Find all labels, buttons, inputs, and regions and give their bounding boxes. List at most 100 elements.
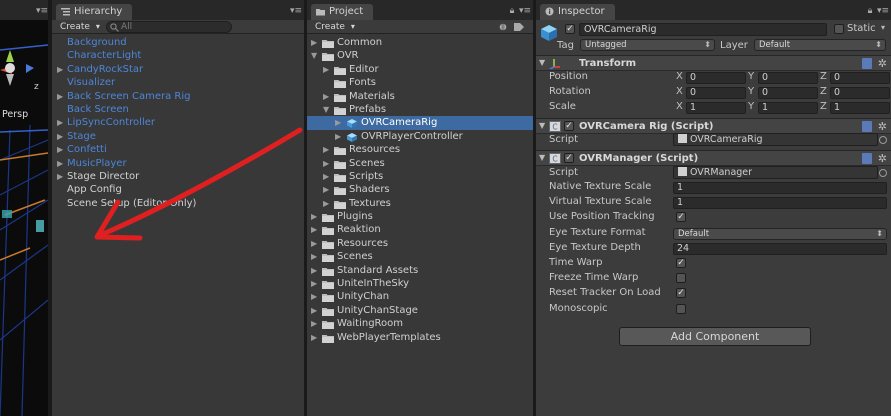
gameobject-active-checkbox[interactable]: ✓ <box>565 24 575 34</box>
tab-project[interactable]: Project <box>311 4 374 20</box>
expand-arrow-icon[interactable]: ▶ <box>323 170 329 183</box>
expand-arrow-icon[interactable]: ▶ <box>335 116 341 129</box>
camerarig-enabled-checkbox[interactable]: ✓ <box>564 121 574 131</box>
manager-script-field[interactable]: OVRManager <box>673 166 878 179</box>
help-book-icon[interactable] <box>862 121 872 132</box>
hierarchy-item[interactable]: ▶ Stage Director <box>52 170 304 183</box>
axis-x-label[interactable]: X <box>676 71 683 82</box>
expand-arrow-icon[interactable]: ▶ <box>57 130 63 143</box>
expand-arrow-icon[interactable]: ▶ <box>323 143 329 156</box>
transform-fold-arrow-icon[interactable]: ▼ <box>539 58 545 67</box>
static-dropdown-icon[interactable]: ▾ <box>881 23 885 32</box>
project-folder-item[interactable]: ▶ Resources <box>307 237 533 250</box>
project-folder-item[interactable]: ▶ Materials <box>307 90 533 103</box>
expand-arrow-icon[interactable]: ▶ <box>57 143 63 156</box>
project-folder-item[interactable]: ▶ Editor <box>307 63 533 76</box>
axis-y-label[interactable]: Y <box>748 71 754 82</box>
camerarig-fold-arrow-icon[interactable]: ▼ <box>539 121 545 130</box>
hierarchy-item[interactable]: ▶ MusicPlayer <box>52 157 304 170</box>
static-checkbox[interactable] <box>834 24 844 34</box>
hierarchy-item[interactable]: ▶ Confetti <box>52 143 304 156</box>
project-prefab-item[interactable]: ▶ OVRCameraRig <box>307 116 533 130</box>
axis-z-label[interactable]: Z <box>820 71 827 82</box>
expand-arrow-icon[interactable]: ▶ <box>57 90 63 103</box>
gear-icon[interactable]: ✲ <box>878 57 887 70</box>
axis-z-label[interactable]: Z <box>820 86 827 97</box>
hierarchy-search-input[interactable]: All <box>106 21 232 33</box>
tab-menu-icon[interactable]: ▾≡ <box>877 6 889 16</box>
lock-icon[interactable]: 🔒︎ <box>507 6 517 16</box>
expand-arrow-icon[interactable]: ▶ <box>57 63 63 76</box>
expand-arrow-icon[interactable]: ▶ <box>323 63 329 76</box>
collapse-arrow-icon[interactable]: ▼ <box>323 103 329 116</box>
hierarchy-item[interactable]: CharacterLight <box>52 49 304 62</box>
project-folder-item[interactable]: ▶ Standard Assets <box>307 264 533 277</box>
manager-number-field[interactable]: 1 <box>673 197 887 210</box>
manager-toggle[interactable] <box>676 303 686 314</box>
tab-menu-icon[interactable]: ▾≡ <box>519 6 531 16</box>
expand-arrow-icon[interactable]: ▶ <box>323 90 329 103</box>
gear-icon[interactable]: ✲ <box>878 152 887 165</box>
transform-position-z-field[interactable]: 0 <box>830 72 890 84</box>
transform-rotation-y-field[interactable]: 0 <box>758 87 818 99</box>
manager-fold-arrow-icon[interactable]: ▼ <box>539 153 545 162</box>
expand-arrow-icon[interactable]: ▶ <box>57 157 63 170</box>
manager-toggle[interactable]: ✓ <box>676 212 686 223</box>
axis-x-label[interactable]: X <box>676 86 683 97</box>
project-folder-item[interactable]: ▶ UniteInTheSky <box>307 277 533 290</box>
project-folder-item[interactable]: ▶ UnityChan <box>307 290 533 303</box>
project-folder-item[interactable]: ▶ Scenes <box>307 250 533 263</box>
expand-arrow-icon[interactable]: ▶ <box>311 223 317 236</box>
hierarchy-item[interactable]: Scene Setup (Editor Only) <box>52 197 304 210</box>
tab-hierarchy[interactable]: Hierarchy <box>56 4 133 20</box>
manager-number-field[interactable]: 24 <box>673 242 887 255</box>
expand-arrow-icon[interactable]: ▶ <box>311 304 317 317</box>
manager-toggle[interactable]: ✓ <box>676 258 686 268</box>
expand-arrow-icon[interactable]: ▶ <box>311 210 317 223</box>
transform-scale-z-field[interactable]: 1 <box>830 102 890 114</box>
manager-toggle[interactable]: ✓ <box>676 288 686 299</box>
expand-arrow-icon[interactable]: ▶ <box>57 116 63 129</box>
camerarig-script-field[interactable]: OVRCameraRig <box>673 133 878 146</box>
expand-arrow-icon[interactable]: ▶ <box>311 36 317 49</box>
object-picker-icon[interactable] <box>879 169 887 177</box>
expand-arrow-icon[interactable]: ▶ <box>57 170 63 183</box>
hierarchy-item[interactable]: ▶ LipSyncController <box>52 116 304 129</box>
transform-position-y-field[interactable]: 0 <box>758 72 818 84</box>
expand-arrow-icon[interactable]: ▶ <box>335 130 341 143</box>
hierarchy-item[interactable]: ▶ CandyRockStar <box>52 63 304 76</box>
project-folder-item[interactable]: ▶ Scripts <box>307 170 533 183</box>
hierarchy-item[interactable]: ▶ Stage <box>52 130 304 143</box>
expand-arrow-icon[interactable]: ▶ <box>311 290 317 303</box>
ovrcamerarig-header[interactable]: ▼ C ✓ OVRCamera Rig (Script) ✲ <box>536 118 891 134</box>
add-component-button[interactable]: Add Component <box>619 327 811 346</box>
expand-arrow-icon[interactable]: ▶ <box>323 197 329 210</box>
manager-enabled-checkbox[interactable]: ✓ <box>564 153 574 163</box>
expand-arrow-icon[interactable]: ▶ <box>311 250 317 263</box>
axis-y-label[interactable]: Y <box>748 101 754 112</box>
manager-toggle[interactable] <box>676 273 686 284</box>
scene-gizmo-icon[interactable] <box>0 40 48 110</box>
collapse-arrow-icon[interactable]: ▼ <box>311 49 317 62</box>
gameobject-name-field[interactable]: OVRCameraRig <box>579 23 827 36</box>
axis-x-label[interactable]: X <box>676 101 683 112</box>
tab-inspector[interactable]: Inspector <box>540 4 615 20</box>
project-folder-item[interactable]: ▼ OVR <box>307 49 533 62</box>
project-folder-item[interactable]: ▼ Prefabs <box>307 103 533 116</box>
project-folder-item[interactable]: ▶ Shaders <box>307 183 533 196</box>
transform-rotation-z-field[interactable]: 0 <box>830 87 890 99</box>
expand-arrow-icon[interactable]: ▶ <box>311 317 317 330</box>
hierarchy-create-button[interactable]: Create <box>60 21 100 33</box>
expand-arrow-icon[interactable]: ▶ <box>311 331 317 344</box>
help-book-icon[interactable] <box>862 58 872 69</box>
tag-dropdown[interactable]: Untagged <box>580 39 715 51</box>
project-folder-item[interactable]: ▶ Resources <box>307 143 533 156</box>
ovrmanager-header[interactable]: ▼ C ✓ OVRManager (Script) ✲ <box>536 150 891 166</box>
project-prefab-item[interactable]: ▶ OVRPlayerController <box>307 130 533 143</box>
manager-number-field[interactable]: 1 <box>673 182 887 194</box>
project-folder-item[interactable]: ▶ UnityChanStage <box>307 304 533 317</box>
eye-texture-format-dropdown[interactable]: Default <box>673 227 887 240</box>
project-folder-item[interactable]: ▶ Reaktion <box>307 223 533 236</box>
axis-y-label[interactable]: Y <box>748 86 754 97</box>
project-folder-item[interactable]: ▶ WaitingRoom <box>307 317 533 330</box>
